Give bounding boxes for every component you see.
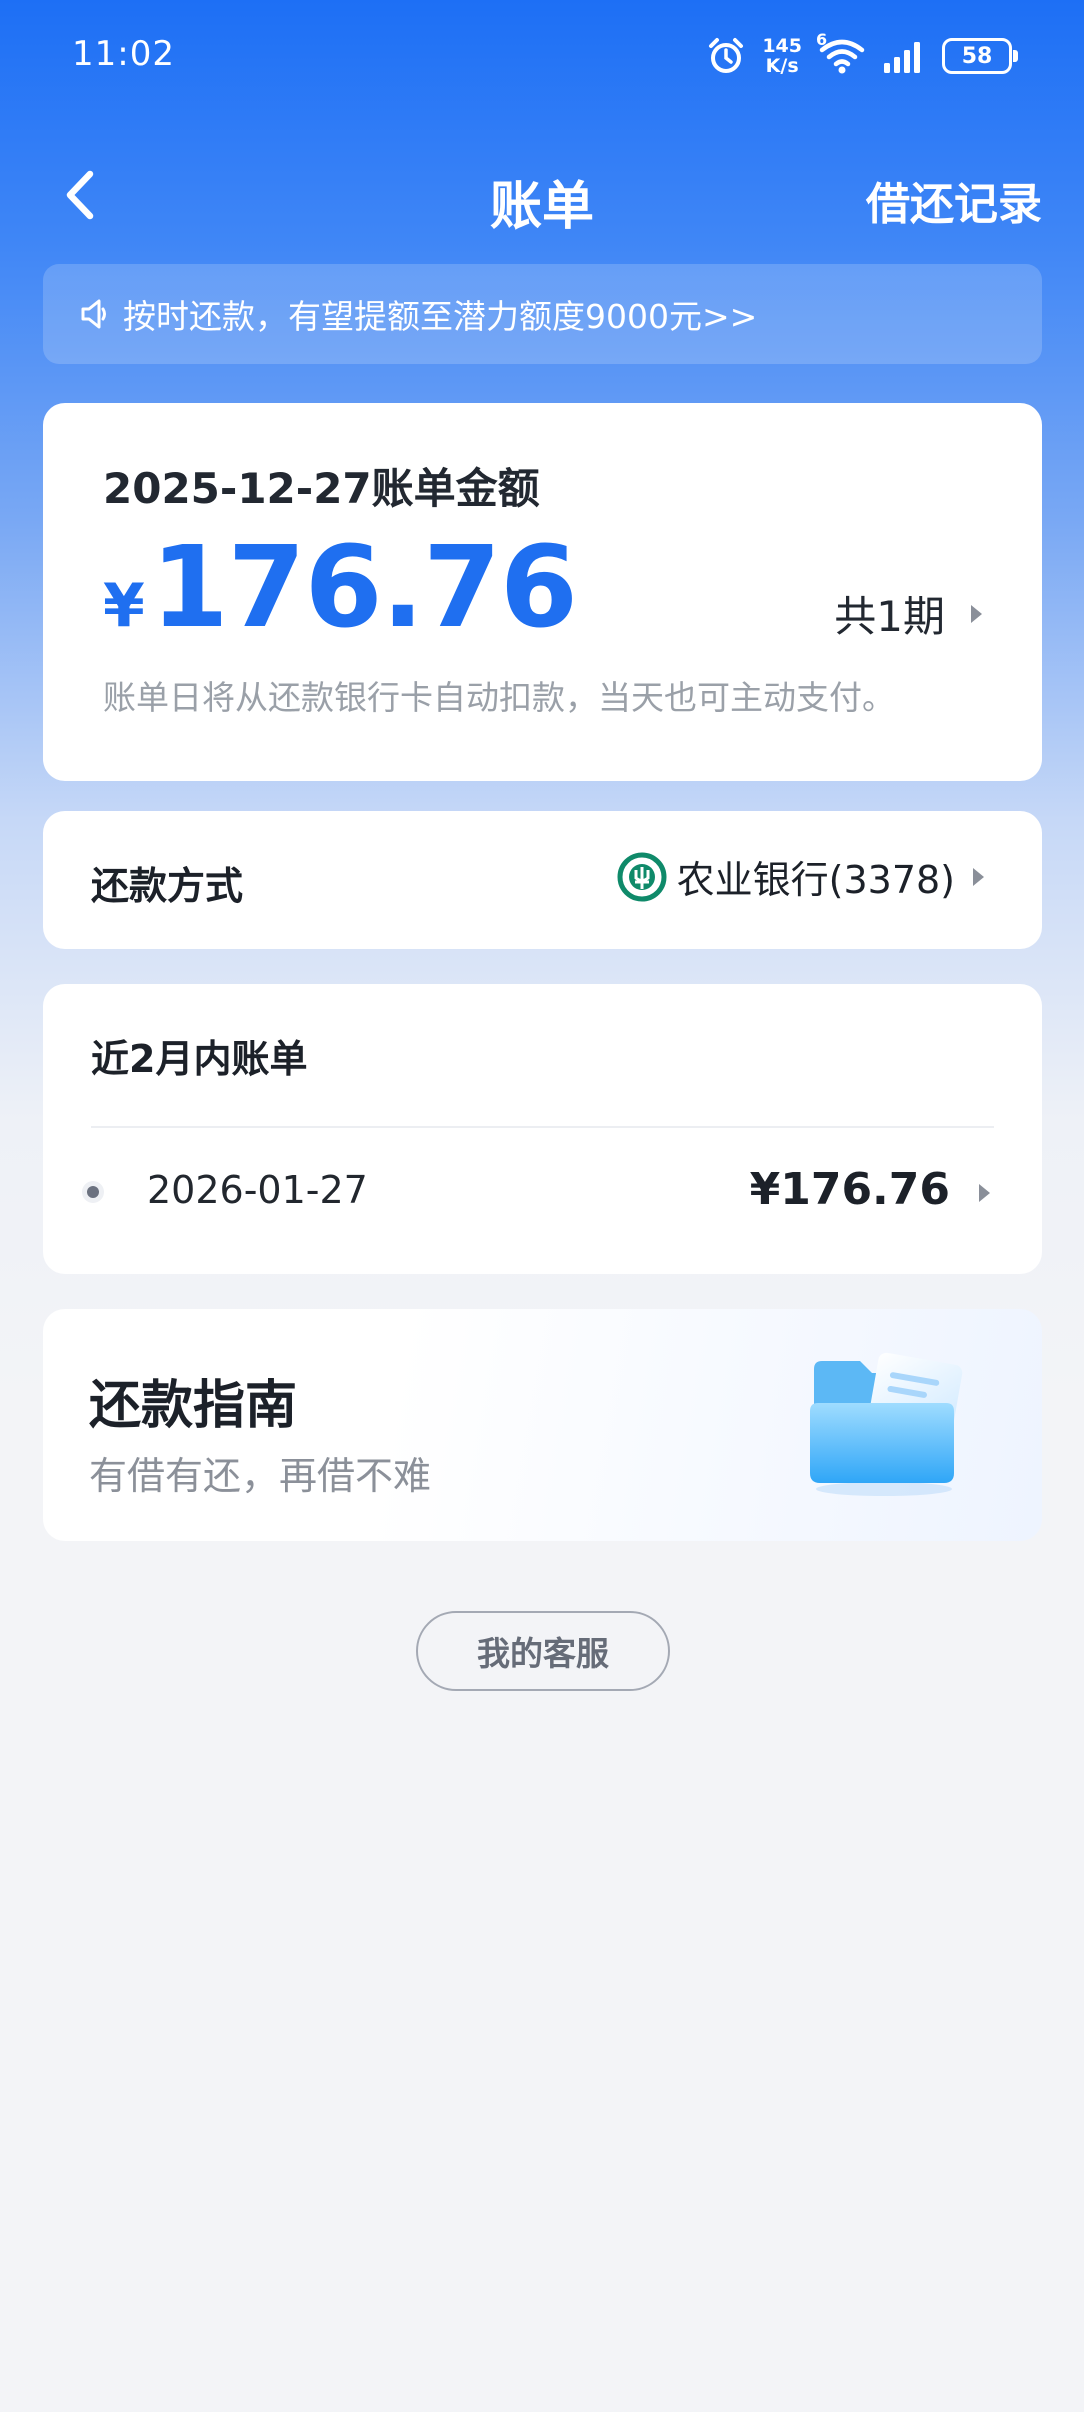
bill-amount: ¥ 176.76: [103, 523, 578, 653]
back-button[interactable]: [50, 162, 110, 228]
status-bar: 11:02 145 K/s 6 58: [0, 0, 1084, 112]
payment-method-card[interactable]: 还款方式 农业银行(3378): [43, 811, 1042, 949]
signal-icon: [882, 39, 926, 73]
network-speed: 145 K/s: [762, 36, 802, 76]
status-time: 11:02: [72, 34, 175, 74]
periods-link[interactable]: 共1期: [834, 583, 982, 644]
alarm-icon: [706, 36, 746, 76]
caret-right-icon: [979, 1184, 990, 1202]
bank-name: 农业银行(3378): [676, 858, 955, 902]
caret-right-icon: [973, 867, 984, 886]
bill-item-amount: ¥176.76: [749, 1164, 950, 1215]
bill-summary-card: 2025-12-27账单金额 ¥ 176.76 共1期 账单日将从还款银行卡自动…: [43, 403, 1042, 781]
battery-indicator: 58: [942, 38, 1018, 74]
bullet-dot-icon: [87, 1186, 99, 1198]
guide-subtitle: 有借有还，再借不难: [89, 1454, 432, 1498]
customer-service-button[interactable]: 我的客服: [416, 1611, 670, 1691]
currency-symbol: ¥: [103, 571, 145, 641]
folder-icon: [802, 1349, 972, 1503]
chevron-left-icon: [66, 170, 94, 220]
payment-bank[interactable]: 农业银行(3378): [617, 849, 984, 904]
bill-item-date: 2026-01-27: [147, 1168, 368, 1212]
wifi-icon: 6: [816, 30, 866, 76]
divider: [91, 1126, 994, 1128]
bill-hint: 账单日将从还款银行卡自动扣款，当天也可主动支付。: [103, 678, 895, 717]
guide-title: 还款指南: [89, 1376, 298, 1436]
bill-list-item[interactable]: 2026-01-27 ¥176.76: [43, 1144, 1042, 1244]
caret-right-icon: [971, 604, 982, 623]
notice-banner[interactable]: 按时还款，有望提额至潜力额度9000元>>: [43, 264, 1042, 364]
periods-label: 共1期: [834, 592, 945, 641]
status-icons: 145 K/s 6 58: [706, 30, 1018, 82]
bill-date-label: 2025-12-27账单金额: [103, 464, 540, 513]
loan-history-link[interactable]: 借还记录: [866, 168, 1042, 232]
network-speed-value: 145: [762, 35, 802, 57]
network-speed-unit: K/s: [765, 55, 799, 77]
speaker-icon: [79, 298, 109, 330]
payment-method-label: 还款方式: [91, 864, 244, 908]
bill-amount-value: 176.76: [150, 523, 578, 653]
notice-text: 按时还款，有望提额至潜力额度9000元>>: [123, 297, 758, 336]
nav-bar: 账单 借还记录: [0, 150, 1084, 240]
wifi-badge: 6: [816, 30, 828, 49]
recent-bills-card: 近2月内账单 2026-01-27 ¥176.76: [43, 984, 1042, 1274]
abc-bank-logo-icon: [617, 852, 667, 902]
recent-bills-title: 近2月内账单: [91, 1037, 308, 1081]
bill-page: 11:02 145 K/s 6 58 账单 借还记录 按时还款，有望提额至潜力额…: [0, 0, 1084, 2412]
repayment-guide-card[interactable]: 还款指南 有借有还，再借不难: [43, 1309, 1042, 1541]
